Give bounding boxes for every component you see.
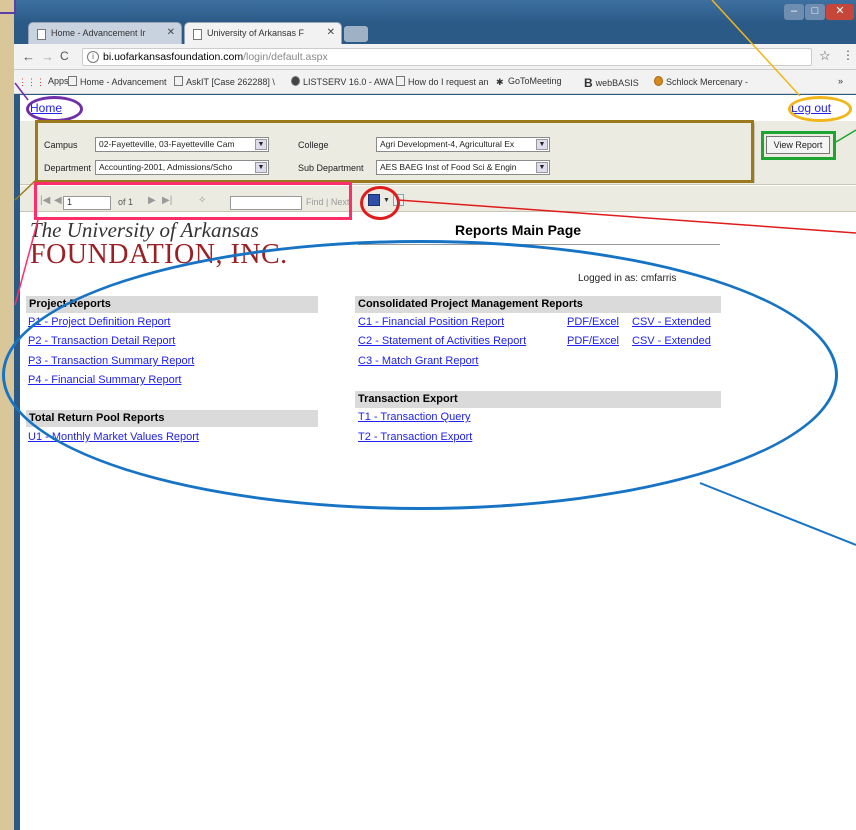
new-tab-button[interactable] [344, 26, 368, 42]
consolidated-heading: Consolidated Project Management Reports [355, 296, 721, 313]
bookmark-how-do-i-request[interactable]: How do I request an [396, 76, 489, 87]
report-link-c3[interactable]: C3 - Match Grant Report [358, 355, 478, 367]
report-link-p3[interactable]: P3 - Transaction Summary Report [28, 355, 194, 367]
title-divider [358, 244, 720, 245]
previous-page-icon[interactable]: ◀ [54, 195, 62, 206]
report-toolbar [20, 186, 856, 212]
chevron-down-icon: ▼ [255, 162, 267, 173]
c2-pdf-excel-link[interactable]: PDF/Excel [567, 335, 619, 347]
department-select[interactable]: Accounting-2001, Admissions/Scho ▼ [95, 160, 269, 175]
bookmark-apps[interactable]: ⋮⋮⋮ Apps [18, 76, 69, 87]
college-label: College [298, 140, 329, 150]
report-link-t1[interactable]: T1 - Transaction Query [358, 411, 471, 423]
first-page-icon[interactable]: |◀ [40, 195, 50, 206]
bookmark-label: Schlock Mercenary - [666, 77, 749, 87]
parameters-panel: Campus 02-Fayetteville, 03-Fayetteville … [20, 121, 856, 185]
reload-icon[interactable]: C [60, 49, 69, 63]
print-icon[interactable] [393, 194, 404, 206]
c1-pdf-excel-link[interactable]: PDF/Excel [567, 316, 619, 328]
page-number-input[interactable]: 1 [63, 196, 111, 210]
logged-in-text: Logged in as: cmfarris [578, 273, 677, 284]
view-report-button[interactable]: View Report [766, 136, 830, 154]
page-title: Reports Main Page [455, 222, 582, 238]
find-next-link[interactable]: Find | Next [306, 197, 349, 207]
transaction-export-heading: Transaction Export [355, 391, 721, 408]
title-bar [14, 0, 856, 22]
info-icon[interactable]: i [87, 51, 99, 63]
last-page-icon[interactable]: ▶| [162, 195, 172, 206]
foundation-logo-wordmark: FOUNDATION, INC. [30, 239, 288, 270]
page-icon [37, 29, 46, 40]
page-count: of 1 [118, 197, 134, 207]
minimize-button[interactable]: – [784, 4, 804, 20]
back-arrow-icon[interactable]: ← [22, 49, 35, 64]
report-link-u1[interactable]: U1 - Monthly Market Values Report [28, 431, 199, 443]
bookmark-askit[interactable]: AskIT [Case 262288] \ [174, 76, 275, 87]
college-select[interactable]: Agri Development-4, Agricultural Ex ▼ [376, 137, 550, 152]
c2-csv-extended-link[interactable]: CSV - Extended [632, 335, 711, 347]
select-value: Accounting-2001, Admissions/Scho [99, 162, 233, 172]
select-value: 02-Fayetteville, 03-Fayetteville Cam [99, 139, 235, 149]
divider [754, 123, 755, 183]
project-reports-heading: Project Reports [26, 296, 318, 313]
url-path: /login/default.aspx [243, 51, 328, 63]
report-link-p4[interactable]: P4 - Financial Summary Report [28, 374, 181, 386]
close-icon[interactable]: ✕ [327, 27, 335, 38]
report-link-t2[interactable]: T2 - Transaction Export [358, 431, 472, 443]
c1-csv-extended-link[interactable]: CSV - Extended [632, 316, 711, 328]
campus-select[interactable]: 02-Fayetteville, 03-Fayetteville Cam ▼ [95, 137, 269, 152]
bookmark-label: GoToMeeting [508, 76, 562, 86]
campus-label: Campus [44, 140, 78, 150]
export-save-icon[interactable] [368, 194, 380, 206]
report-link-c1[interactable]: C1 - Financial Position Report [358, 316, 504, 328]
url-host: bi.uofarkansasfoundation.com [103, 51, 244, 63]
forward-arrow-icon[interactable]: → [41, 49, 54, 64]
subdept-select[interactable]: AES BAEG Inst of Food Sci & Engin ▼ [376, 160, 550, 175]
bookmarks-bar: ⋮⋮⋮ Apps Home - Advancement AskIT [Case 2… [14, 70, 856, 94]
window-close-button[interactable]: ✕ [826, 4, 854, 20]
close-icon[interactable]: ✕ [167, 27, 175, 38]
tab-home-advancement[interactable]: Home - Advancement Ir ✕ [28, 22, 182, 44]
chevron-down-icon: ▼ [536, 139, 548, 150]
maximize-button[interactable]: □ [805, 4, 825, 20]
select-value: AES BAEG Inst of Food Sci & Engin [380, 162, 517, 172]
url-field[interactable]: i bi.uofarkansasfoundation.com/login/def… [82, 48, 812, 66]
report-link-c2[interactable]: C2 - Statement of Activities Report [358, 335, 526, 347]
tab-title: University of Arkansas F [207, 28, 305, 38]
bookmark-webbasis[interactable]: BwebBASIS [584, 76, 639, 90]
chevron-down-icon: ▼ [255, 139, 267, 150]
select-value: Agri Development-4, Agricultural Ex [380, 139, 515, 149]
bookmark-label: How do I request an [408, 77, 489, 87]
star-icon[interactable]: ☆ [819, 48, 831, 64]
next-page-icon[interactable]: ▶ [148, 195, 156, 206]
bookmark-home-advancement[interactable]: Home - Advancement [68, 76, 167, 87]
logout-link[interactable]: Log out [791, 101, 831, 115]
bookmark-label: Apps [48, 76, 69, 86]
report-link-p2[interactable]: P2 - Transaction Detail Report [28, 335, 175, 347]
bookmark-label: webBASIS [595, 78, 639, 88]
tab-title: Home - Advancement Ir [51, 28, 146, 38]
bookmark-label: AskIT [Case 262288] \ [186, 77, 275, 87]
bookmark-label: Home - Advancement [80, 77, 167, 87]
subdept-label: Sub Department [298, 163, 364, 173]
top-nav-bar [20, 95, 856, 121]
chevron-down-icon[interactable]: ▼ [383, 197, 390, 204]
bookmark-listserv[interactable]: LISTSERV 16.0 - AWA [291, 76, 394, 87]
find-input[interactable] [230, 196, 302, 210]
bookmark-label: LISTSERV 16.0 - AWA [303, 77, 394, 87]
tab-university-of-arkansas[interactable]: University of Arkansas F ✕ [184, 22, 342, 44]
menu-icon[interactable]: ⋮ [842, 48, 854, 62]
address-bar-row: ← → C i bi.uofarkansasfoundation.com/log… [14, 44, 856, 70]
report-link-p1[interactable]: P1 - Project Definition Report [28, 316, 170, 328]
department-label: Department [44, 163, 92, 173]
bookmarks-overflow[interactable]: » [838, 76, 843, 86]
page-icon [193, 29, 202, 40]
home-link[interactable]: Home [30, 101, 62, 115]
chevron-down-icon: ▼ [536, 162, 548, 173]
refresh-icon[interactable]: ✧ [198, 195, 206, 206]
bookmark-gotomeeting[interactable]: ✱ GoToMeeting [496, 76, 562, 87]
bookmark-schlock[interactable]: Schlock Mercenary - [654, 76, 748, 87]
total-return-heading: Total Return Pool Reports [26, 410, 318, 427]
